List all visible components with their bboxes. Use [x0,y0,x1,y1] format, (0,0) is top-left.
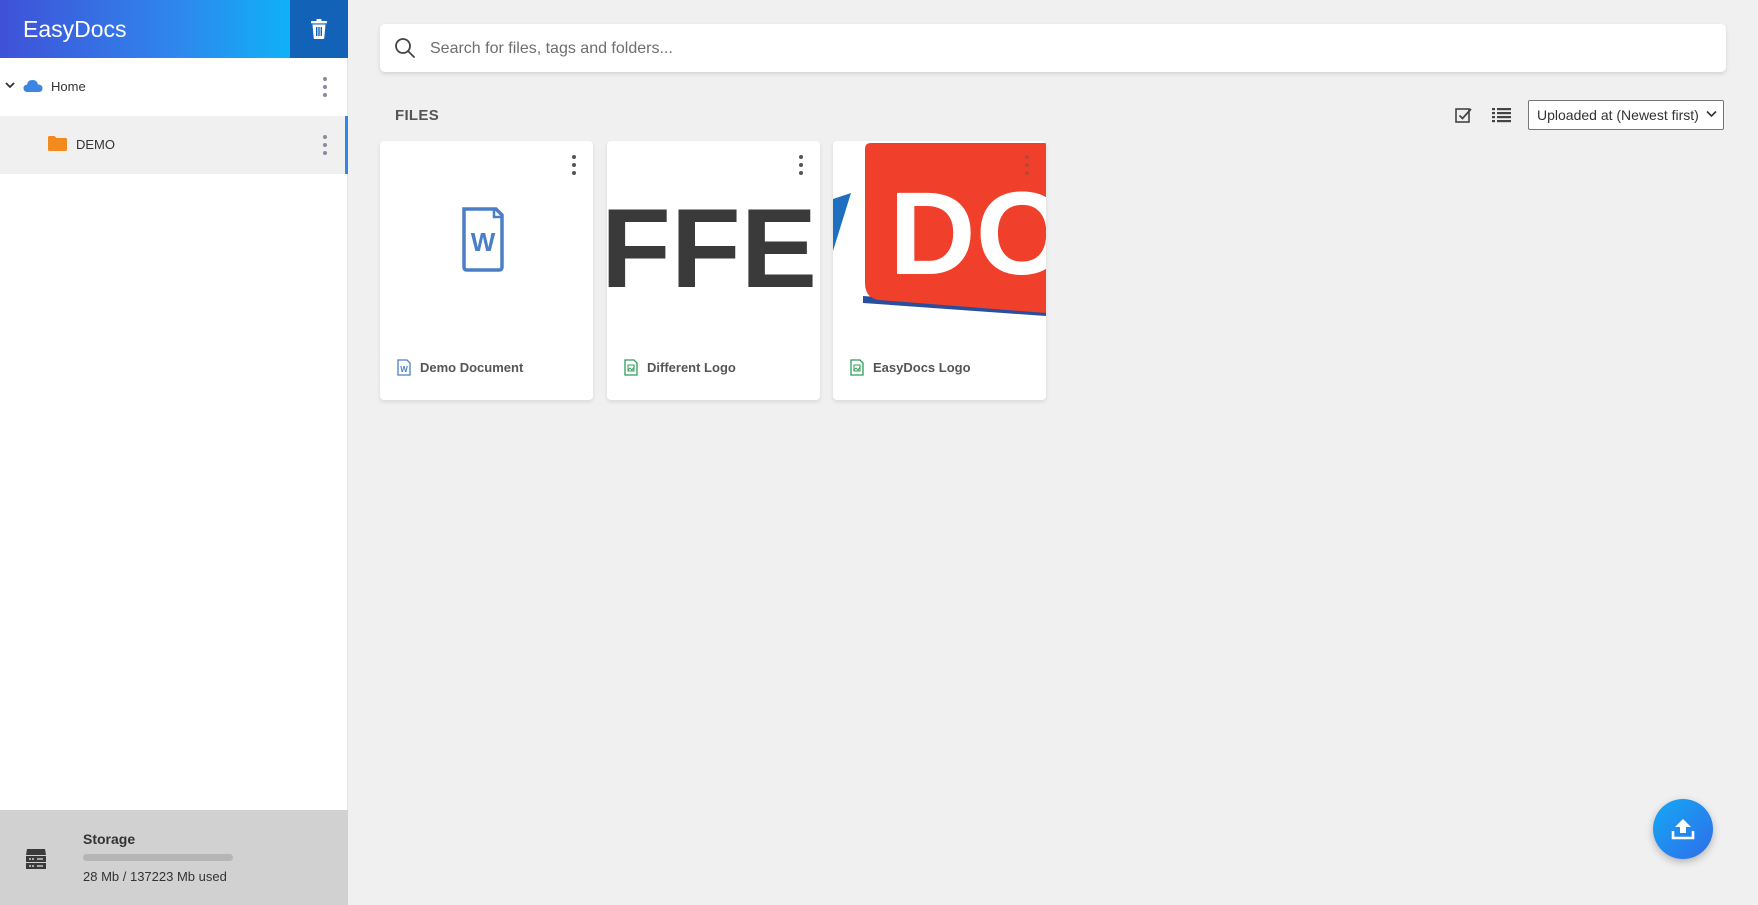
server-icon [26,849,46,869]
sort-select[interactable]: Uploaded at (Newest first) [1528,100,1724,130]
chevron-down-icon[interactable] [5,81,15,89]
trash-icon [311,19,327,39]
svg-text:W: W [400,365,408,374]
svg-text:FFE: FFE [607,186,817,311]
file-card[interactable]: DO EasyDocs Logo [833,141,1046,400]
sidebar: EasyDocs Home DEMO Storage 28 Mb / 13722… [0,0,348,905]
tree-item-home[interactable]: Home [0,58,348,116]
easydocs-logo-preview-image: DO [833,143,1046,316]
search-bar [380,24,1726,74]
file-card[interactable]: W W Demo Document [380,141,593,400]
file-card-footer: Different Logo [624,359,736,376]
trash-button[interactable] [290,0,348,58]
storage-used-text: 28 Mb / 137223 Mb used [83,869,227,884]
list-view-icon[interactable] [1492,107,1511,123]
image-file-icon [624,359,638,376]
select-mode-icon[interactable] [1455,107,1472,124]
file-thumbnail: DO [833,141,1046,341]
sort-selected-value: Uploaded at (Newest first) [1537,107,1699,123]
file-card-footer: W Demo Document [397,359,523,376]
storage-panel: Storage 28 Mb / 137223 Mb used [0,810,348,905]
folder-icon [48,136,67,151]
storage-progress-bar [83,854,233,861]
tree-item-label: DEMO [76,137,115,152]
demo-more-menu-icon[interactable] [318,135,332,155]
search-input[interactable] [428,24,1712,74]
file-name: Different Logo [647,360,736,375]
file-name: EasyDocs Logo [873,360,971,375]
home-more-menu-icon[interactable] [318,77,332,97]
file-more-menu-icon[interactable] [796,155,806,175]
upload-button[interactable] [1653,799,1713,859]
file-more-menu-icon[interactable] [569,155,579,175]
file-thumbnail: W [380,141,593,341]
svg-text:DO: DO [889,168,1046,300]
chevron-down-icon [1706,110,1717,118]
word-file-icon: W [397,359,411,376]
file-card-footer: EasyDocs Logo [850,359,971,376]
word-document-icon: W [462,207,504,272]
tree-item-demo[interactable]: DEMO [0,116,348,174]
app-title: EasyDocs [0,0,290,58]
image-file-icon [850,359,864,376]
files-heading: FILES [395,107,440,124]
file-more-menu-icon[interactable] [1022,155,1032,175]
storage-title: Storage [83,831,136,847]
svg-text:W: W [471,227,496,257]
cloud-icon [23,80,43,92]
search-icon [395,38,415,58]
logo-preview-image: FFE [607,186,817,311]
file-name: Demo Document [420,360,524,375]
file-thumbnail: FFE [607,141,820,341]
tree-item-label: Home [51,79,86,94]
file-card[interactable]: FFE Different Logo [607,141,820,400]
upload-icon [1671,819,1695,840]
